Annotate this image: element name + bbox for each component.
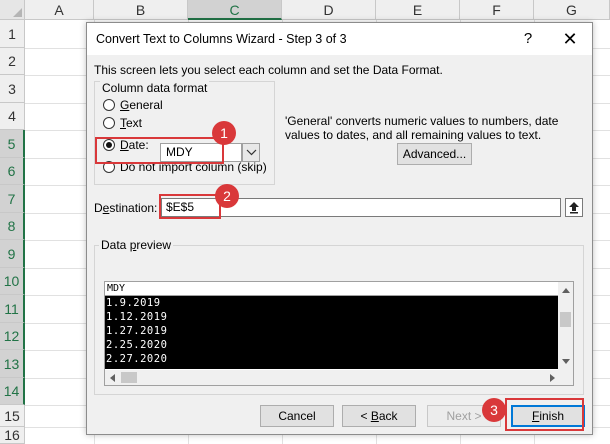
column-header-e[interactable]: E — [376, 0, 460, 20]
dialog-intro-text: This screen lets you select each column … — [94, 63, 443, 77]
row-header-7[interactable]: 7 — [0, 185, 25, 213]
row-header-5[interactable]: 5 — [0, 130, 25, 158]
data-preview-area[interactable]: MDY 1.9.2019 1.12.2019 1.27.2019 2.25.20… — [104, 281, 574, 386]
preview-vertical-scrollbar[interactable] — [558, 282, 573, 370]
collapse-dialog-button[interactable] — [565, 198, 583, 217]
data-preview-group: Data preview MDY 1.9.2019 1.12.2019 1.27… — [94, 238, 584, 395]
scroll-up-icon[interactable] — [562, 288, 570, 293]
preview-row: 1.12.2019 — [106, 311, 168, 323]
row-header-11[interactable]: 11 — [0, 295, 25, 323]
cancel-button[interactable]: Cancel — [260, 405, 334, 427]
radio-general[interactable]: General — [103, 97, 163, 113]
row-header-16[interactable]: 16 — [0, 427, 25, 444]
row-header-10[interactable]: 10 — [0, 268, 25, 295]
date-format-dropdown-button[interactable] — [242, 143, 260, 162]
select-all-corner[interactable] — [0, 0, 25, 20]
preview-row: 2.27.2020 — [106, 353, 168, 365]
column-header-b[interactable]: B — [94, 0, 188, 20]
dialog-title: Convert Text to Columns Wizard - Step 3 … — [96, 32, 347, 46]
preview-horizontal-scrollbar[interactable] — [105, 370, 573, 385]
column-header-c[interactable]: C — [188, 0, 282, 20]
row-header-14[interactable]: 14 — [0, 378, 25, 405]
close-icon[interactable]: ✕ — [558, 28, 582, 50]
row-header-15[interactable]: 15 — [0, 405, 25, 427]
callout-badge-3: 3 — [482, 398, 506, 422]
column-header-f[interactable]: F — [460, 0, 534, 20]
row-header-1[interactable]: 1 — [0, 20, 25, 48]
destination-label: Destination: — [94, 201, 158, 215]
advanced-button[interactable]: Advanced... — [397, 143, 472, 165]
preview-row: 1.27.2019 — [106, 325, 168, 337]
row-header-13[interactable]: 13 — [0, 350, 25, 378]
dialog-titlebar[interactable]: Convert Text to Columns Wizard - Step 3 … — [87, 23, 592, 55]
row-header-2[interactable]: 2 — [0, 48, 25, 75]
scrollbar-thumb[interactable] — [121, 372, 137, 383]
radio-general-icon[interactable] — [103, 99, 115, 111]
radio-text-icon[interactable] — [103, 117, 115, 129]
text-to-columns-dialog: Convert Text to Columns Wizard - Step 3 … — [86, 22, 593, 435]
callout-highlight-destination — [159, 194, 221, 219]
help-icon[interactable]: ? — [518, 29, 538, 49]
callout-highlight-finish — [505, 398, 584, 431]
radio-general-label: General — [120, 98, 163, 112]
callout-highlight-date — [95, 137, 224, 164]
scroll-down-icon[interactable] — [562, 359, 570, 364]
preview-row: 1.9.2019 — [106, 297, 161, 309]
row-header-6[interactable]: 6 — [0, 158, 25, 185]
scroll-left-icon[interactable] — [110, 374, 115, 382]
column-data-format-group: Column data format General Text Date: Do… — [94, 81, 275, 185]
column-header-d[interactable]: D — [282, 0, 376, 20]
preview-column-header[interactable]: MDY — [105, 282, 558, 296]
row-header-4[interactable]: 4 — [0, 103, 25, 130]
column-header-a[interactable]: A — [25, 0, 94, 20]
back-button[interactable]: < Back — [342, 405, 416, 427]
callout-badge-2: 2 — [215, 184, 239, 208]
row-header-12[interactable]: 12 — [0, 323, 25, 350]
upload-arrow-icon — [569, 202, 579, 214]
data-preview-legend: Data preview — [99, 238, 174, 252]
format-description: 'General' converts numeric values to num… — [285, 114, 559, 142]
radio-text[interactable]: Text — [103, 115, 142, 131]
chevron-down-icon — [246, 149, 257, 156]
preview-row: 2.25.2020 — [106, 339, 168, 351]
row-header-8[interactable]: 8 — [0, 213, 25, 240]
preview-selected-column[interactable]: 1.9.2019 1.12.2019 1.27.2019 2.25.2020 2… — [105, 296, 558, 369]
row-header-3[interactable]: 3 — [0, 75, 25, 103]
row-header-9[interactable]: 9 — [0, 240, 25, 268]
column-data-format-legend: Column data format — [100, 81, 210, 95]
callout-badge-1: 1 — [212, 121, 236, 145]
column-header-g[interactable]: G — [534, 0, 610, 20]
scrollbar-thumb[interactable] — [560, 312, 571, 327]
radio-text-label: Text — [120, 116, 143, 130]
scroll-right-icon[interactable] — [550, 374, 555, 382]
